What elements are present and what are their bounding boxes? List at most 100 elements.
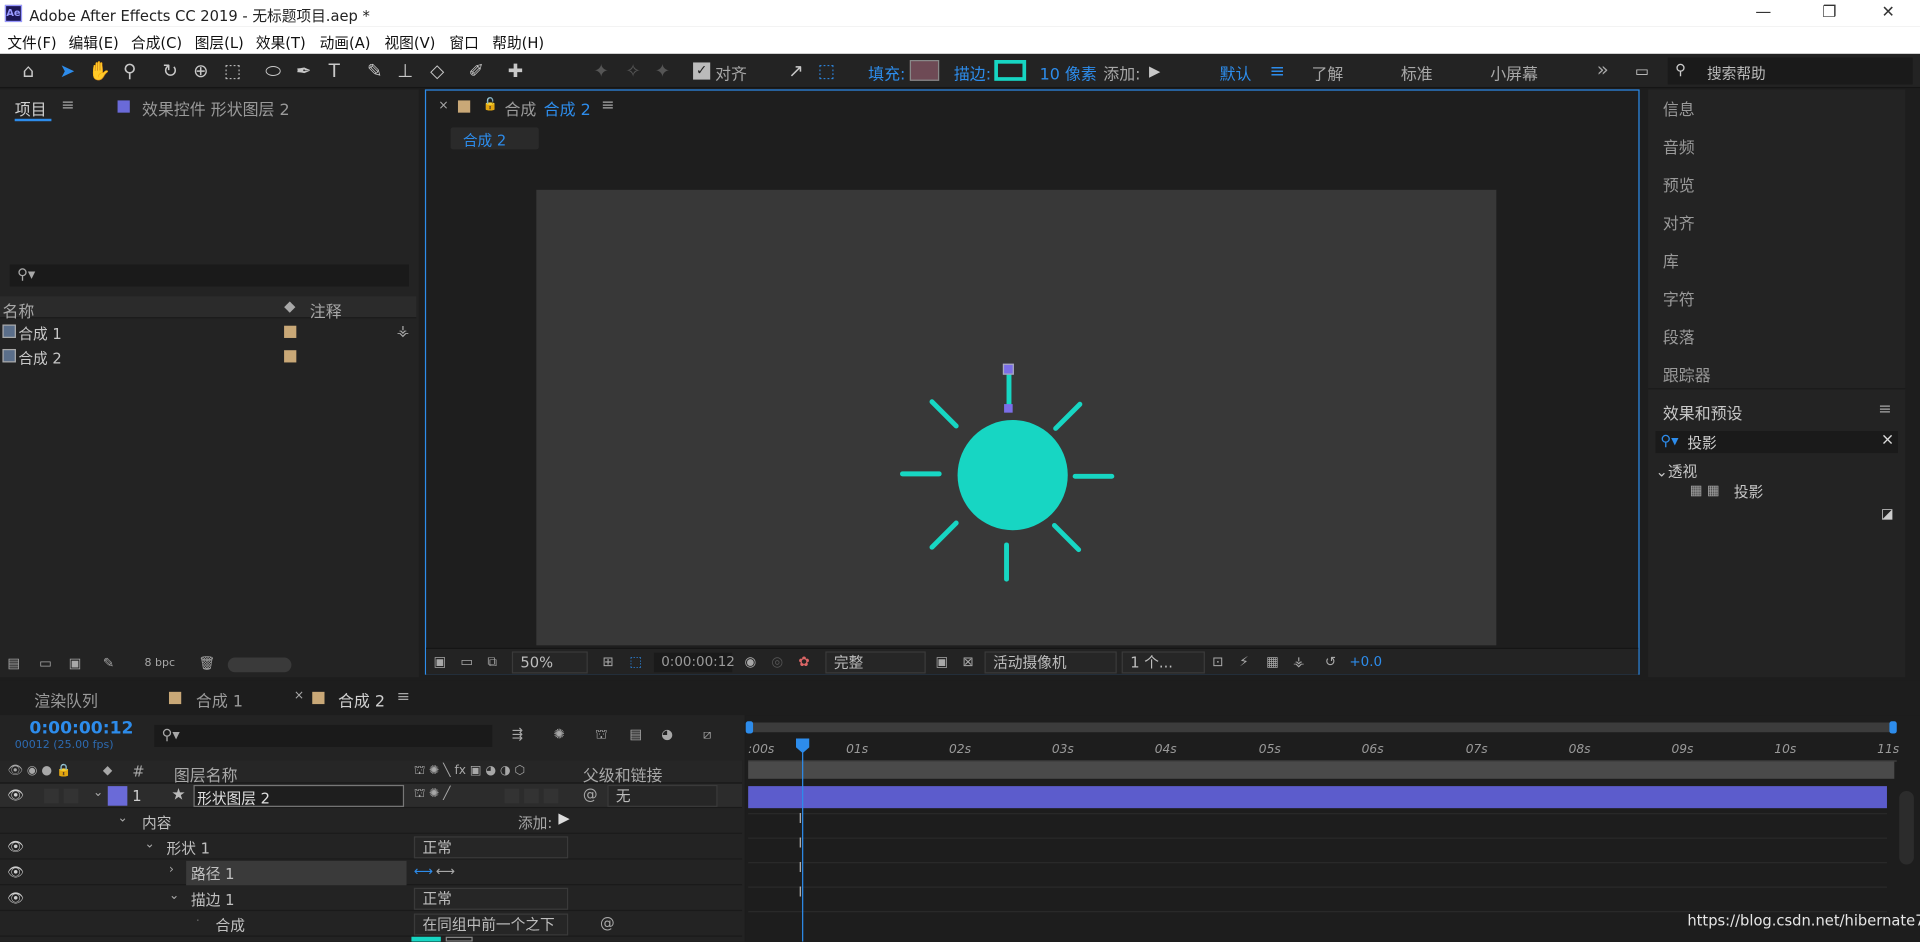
zoom-tool-icon[interactable]: ⚲ xyxy=(119,60,141,82)
add-menu-icon[interactable]: ▶ xyxy=(558,809,569,826)
local-axis-icon[interactable]: ✦ xyxy=(590,60,612,82)
audio-toggle[interactable] xyxy=(44,788,59,804)
project-menu-icon[interactable]: ≡ xyxy=(61,97,74,115)
expand-chevron-icon[interactable]: ⌄ xyxy=(93,786,103,799)
panel-character[interactable]: 字符 xyxy=(1663,287,1695,309)
pick-whip-icon[interactable]: @ xyxy=(600,915,615,932)
visibility-eye-icon[interactable]: 👁 xyxy=(7,789,24,802)
visibility-eye-icon[interactable]: 👁 xyxy=(7,866,24,879)
visibility-eye-icon[interactable]: 👁 xyxy=(7,891,24,904)
clone-stamp-tool-icon[interactable]: ⊥ xyxy=(394,60,416,82)
minimize-icon[interactable]: — xyxy=(1751,2,1775,24)
snap-icon[interactable]: ↗ xyxy=(785,60,807,82)
comp-breadcrumb[interactable]: 合成 2 xyxy=(450,127,539,150)
channel-icon[interactable]: ✿ xyxy=(798,654,809,670)
pick-whip-icon[interactable]: @ xyxy=(583,786,598,803)
workspace-learn[interactable]: 了解 xyxy=(1311,61,1343,84)
new-composition-icon[interactable]: ▣ xyxy=(69,655,82,671)
stroke-color-swatch[interactable] xyxy=(994,60,1027,81)
bit-depth[interactable]: 8 bpc xyxy=(144,658,175,670)
magnification-dropdown[interactable]: 50% xyxy=(511,651,588,674)
tab-comp-2[interactable]: 合成 2 xyxy=(338,688,385,711)
effects-search-input[interactable]: ⚲▾ 投影 × xyxy=(1655,431,1898,454)
3d-layer-toggle[interactable] xyxy=(543,788,559,804)
fast-preview-icon[interactable]: ⚡ xyxy=(1239,654,1248,670)
time-ruler[interactable] xyxy=(748,737,1897,762)
fill-color-swatch[interactable] xyxy=(909,60,940,81)
project-search-input[interactable]: ⚲▾ xyxy=(9,264,409,287)
menu-layer[interactable]: 图层(L) xyxy=(195,32,244,53)
flowchart-icon[interactable]: ⚶ xyxy=(1293,654,1304,670)
workspace-more-icon[interactable]: » xyxy=(1597,58,1609,81)
parent-dropdown[interactable]: 无 xyxy=(607,784,718,807)
always-preview-icon[interactable]: ▣ xyxy=(433,654,446,670)
effects-menu-icon[interactable]: ≡ xyxy=(1878,400,1891,418)
menu-help[interactable]: 帮助(H) xyxy=(492,32,544,53)
keyframe-marker-icon[interactable]: I xyxy=(798,835,802,851)
panel-audio[interactable]: 音频 xyxy=(1663,135,1695,158)
new-preset-icon[interactable]: ◪ xyxy=(1881,506,1894,522)
3d-view-icon[interactable]: ⊠ xyxy=(962,654,973,670)
layer-switch-icons[interactable]: ⛫ ✺ ╱ xyxy=(414,787,451,803)
sun-ray-shape[interactable] xyxy=(1050,521,1083,554)
camera-dropdown[interactable]: 活动摄像机 xyxy=(984,651,1117,674)
fit-icon[interactable]: ⊞ xyxy=(602,654,613,670)
adjustment-toggle[interactable] xyxy=(524,788,539,804)
snap-options-icon[interactable]: ⬚ xyxy=(816,60,838,82)
resolution-dropdown[interactable]: 完整 xyxy=(825,651,926,674)
composition-mini-flowchart-icon[interactable]: ⇶ xyxy=(512,726,523,742)
project-settings-icon[interactable]: ✎ xyxy=(103,655,114,671)
contents-row[interactable]: ⌄ 内容 添加: ▶ xyxy=(0,809,743,834)
layer-duration-bar[interactable] xyxy=(748,786,1887,809)
effects-presets-title[interactable]: 效果和预设 xyxy=(1663,400,1743,423)
path-direction-icon[interactable]: ⟷ xyxy=(414,863,433,879)
column-parent-link[interactable]: 父级和链接 xyxy=(583,763,663,786)
menu-edit[interactable]: 编辑(E) xyxy=(69,32,119,53)
shy-layers-icon[interactable]: ⛫ xyxy=(595,726,607,744)
frame-blending-icon[interactable]: ▤ xyxy=(629,726,642,742)
view-layout-dropdown[interactable]: 1 个... xyxy=(1121,651,1205,674)
monitor-icon[interactable]: ▭ xyxy=(460,654,473,670)
sun-ray-shape[interactable] xyxy=(1052,400,1084,432)
blend-mode-dropdown[interactable]: 正常 xyxy=(413,836,569,859)
align-checkbox[interactable]: ✓ xyxy=(693,62,711,80)
timeline-icon[interactable]: ▦ xyxy=(1266,654,1279,670)
timeline-scrollbar[interactable] xyxy=(1899,791,1914,865)
tab-render-queue[interactable]: 渲染队列 xyxy=(34,688,98,711)
world-axis-icon[interactable]: ✧ xyxy=(622,60,644,82)
sun-ray-shape[interactable] xyxy=(928,519,960,551)
keyframe-marker-icon[interactable]: I xyxy=(798,811,802,827)
expand-chevron-icon[interactable]: ⌄ xyxy=(169,889,179,902)
path-row[interactable]: 👁 › 路径 1 ⟷ ⟷ xyxy=(0,860,743,886)
new-folder-icon[interactable]: ▭ xyxy=(39,655,52,671)
workspace-standard[interactable]: 标准 xyxy=(1401,61,1433,84)
help-search-field[interactable]: ⚲ 搜索帮助 xyxy=(1667,57,1913,85)
menu-composition[interactable]: 合成(C) xyxy=(131,32,182,53)
home-icon[interactable]: ⌂ xyxy=(17,60,39,82)
solo-toggle[interactable] xyxy=(63,788,79,804)
panel-tracker[interactable]: 跟踪器 xyxy=(1663,362,1711,385)
puppet-pin-tool-icon[interactable]: ✚ xyxy=(504,60,526,82)
layer-name-field[interactable]: 形状图层 2 xyxy=(193,784,405,807)
panel-preview[interactable]: 预览 xyxy=(1663,173,1695,196)
tab-comp-1[interactable]: 合成 1 xyxy=(196,688,243,711)
roto-brush-tool-icon[interactable]: ✐ xyxy=(465,60,487,82)
timeline-search-input[interactable]: ⚲▾ xyxy=(154,724,493,747)
current-time-display[interactable]: 0:00:00:12 xyxy=(653,652,735,673)
view-axis-icon[interactable]: ✦ xyxy=(651,60,673,82)
project-item[interactable]: 合成 1 ⚶ xyxy=(0,321,416,345)
sun-ray-shape[interactable] xyxy=(1072,473,1115,479)
expand-chevron-icon[interactable]: ⌄ xyxy=(118,812,128,825)
region-of-interest-icon[interactable]: ⬚ xyxy=(629,654,642,670)
navigator-start-handle[interactable] xyxy=(745,721,754,734)
stroke-color-swatch[interactable] xyxy=(411,936,441,942)
menu-file[interactable]: 文件(F) xyxy=(7,32,56,53)
menu-view[interactable]: 视图(V) xyxy=(384,32,435,53)
menu-effect[interactable]: 效果(T) xyxy=(256,32,306,53)
path-direction-reverse-icon[interactable]: ⟷ xyxy=(436,863,455,879)
shape-group-row[interactable]: 👁 ⌄ 形状 1 正常 xyxy=(0,835,743,860)
column-comment[interactable]: 注释 xyxy=(310,299,342,322)
tree-folder-perspective[interactable]: ⌄透视 xyxy=(1656,460,1698,481)
sun-ray-shape[interactable] xyxy=(928,398,960,430)
layer-row[interactable]: 👁 ⌄ 1 ★ 形状图层 2 ⛫ ✺ ╱ @ 无 xyxy=(0,783,743,809)
